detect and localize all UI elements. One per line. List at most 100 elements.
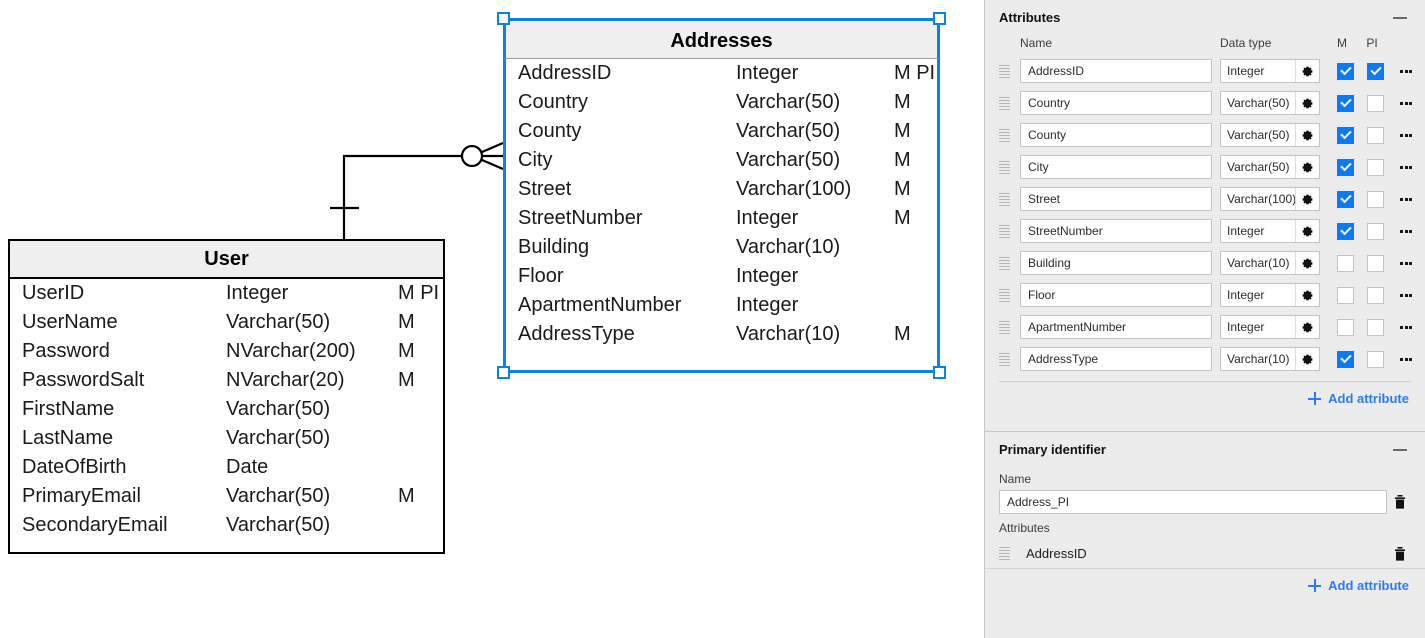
more-options-icon[interactable]	[1395, 261, 1417, 265]
gear-icon[interactable]	[1295, 316, 1319, 338]
attribute-type-input[interactable]: Integer	[1221, 284, 1295, 306]
delete-icon[interactable]	[1419, 160, 1425, 174]
entity-addresses[interactable]: Addresses AddressID Integer M PI Country…	[503, 18, 940, 373]
drag-handle-icon[interactable]	[999, 96, 1020, 110]
drag-handle-icon[interactable]	[999, 160, 1020, 174]
add-attribute-button[interactable]: Add attribute	[985, 382, 1425, 415]
delete-icon[interactable]	[1419, 288, 1425, 302]
resize-handle-bottom-left[interactable]	[497, 366, 510, 379]
mandatory-checkbox[interactable]	[1337, 158, 1354, 176]
attribute-type-input[interactable]: Varchar(50)	[1221, 92, 1295, 114]
mandatory-checkbox[interactable]	[1337, 254, 1354, 272]
attribute-type-input[interactable]: Varchar(100)	[1221, 188, 1295, 210]
primary-identifier-checkbox[interactable]	[1367, 286, 1384, 304]
attribute-type-input[interactable]: Varchar(10)	[1221, 252, 1295, 274]
resize-handle-bottom-right[interactable]	[933, 366, 946, 379]
delete-icon[interactable]	[1419, 320, 1425, 334]
attribute-name-input[interactable]: ApartmentNumber	[1020, 315, 1212, 339]
resize-handle-top-left[interactable]	[497, 12, 510, 25]
mandatory-checkbox[interactable]	[1337, 350, 1354, 368]
mandatory-checkbox[interactable]	[1337, 222, 1354, 240]
attribute-type-input[interactable]: Varchar(10)	[1221, 348, 1295, 370]
attribute-flags: M	[398, 340, 415, 362]
gear-icon[interactable]	[1295, 188, 1319, 210]
entity-user[interactable]: User UserID Integer M PI UserName Varcha…	[8, 239, 445, 554]
delete-icon[interactable]	[1419, 96, 1425, 110]
attribute-name-input[interactable]: City	[1020, 155, 1212, 179]
drag-handle-icon[interactable]	[999, 192, 1020, 206]
attribute-name: DateOfBirth	[22, 456, 127, 478]
attribute-name-input[interactable]: StreetNumber	[1020, 219, 1212, 243]
drag-handle-icon[interactable]	[999, 547, 1020, 560]
primary-identifier-attribute-row[interactable]: AddressID	[985, 539, 1425, 569]
primary-identifier-checkbox[interactable]	[1367, 254, 1384, 272]
delete-icon[interactable]	[1419, 192, 1425, 206]
more-options-icon[interactable]	[1395, 293, 1417, 297]
drag-handle-icon[interactable]	[999, 352, 1020, 366]
gear-icon[interactable]	[1295, 124, 1319, 146]
diagram-canvas[interactable]: User UserID Integer M PI UserName Varcha…	[0, 0, 984, 638]
delete-icon[interactable]	[1419, 64, 1425, 78]
primary-identifier-checkbox[interactable]	[1367, 350, 1384, 368]
gear-icon[interactable]	[1295, 156, 1319, 178]
delete-icon[interactable]	[1389, 495, 1411, 509]
gear-icon[interactable]	[1295, 60, 1319, 82]
attribute-name-input[interactable]: AddressID	[1020, 59, 1212, 83]
more-options-icon[interactable]	[1395, 165, 1417, 169]
more-options-icon[interactable]	[1395, 197, 1417, 201]
primary-identifier-checkbox[interactable]	[1367, 222, 1384, 240]
delete-icon[interactable]	[1389, 546, 1411, 561]
primary-identifier-checkbox[interactable]	[1367, 62, 1384, 80]
delete-icon[interactable]	[1419, 256, 1425, 270]
attribute-flags	[398, 511, 460, 540]
primary-identifier-name-input[interactable]: Address_PI	[999, 490, 1387, 514]
mandatory-checkbox[interactable]	[1337, 190, 1354, 208]
mandatory-checkbox[interactable]	[1337, 126, 1354, 144]
primary-identifier-checkbox[interactable]	[1367, 158, 1384, 176]
more-options-icon[interactable]	[1395, 101, 1417, 105]
mandatory-checkbox[interactable]	[1337, 62, 1354, 80]
gear-icon[interactable]	[1295, 92, 1319, 114]
primary-identifier-checkbox[interactable]	[1367, 94, 1384, 112]
drag-handle-icon[interactable]	[999, 224, 1020, 238]
attribute-name-input[interactable]: Street	[1020, 187, 1212, 211]
collapse-icon[interactable]	[1393, 448, 1407, 451]
delete-icon[interactable]	[1419, 352, 1425, 366]
primary-identifier-checkbox[interactable]	[1367, 190, 1384, 208]
attribute-name-input[interactable]: Country	[1020, 91, 1212, 115]
entity-addresses-box: Addresses AddressID Integer M PI Country…	[503, 18, 940, 373]
drag-handle-icon[interactable]	[999, 288, 1020, 302]
mandatory-checkbox[interactable]	[1337, 286, 1354, 304]
attribute-type-input[interactable]: Integer	[1221, 316, 1295, 338]
mandatory-checkbox[interactable]	[1337, 318, 1354, 336]
attribute-name-input[interactable]: County	[1020, 123, 1212, 147]
attribute-name-input[interactable]: Floor	[1020, 283, 1212, 307]
attribute-type-input[interactable]: Varchar(50)	[1221, 124, 1295, 146]
attribute-type-input[interactable]: Integer	[1221, 60, 1295, 82]
drag-handle-icon[interactable]	[999, 128, 1020, 142]
drag-handle-icon[interactable]	[999, 64, 1020, 78]
gear-icon[interactable]	[1295, 284, 1319, 306]
attribute-name-input[interactable]: AddressType	[1020, 347, 1212, 371]
attribute-type-input[interactable]: Integer	[1221, 220, 1295, 242]
delete-icon[interactable]	[1419, 128, 1425, 142]
attribute-type-input[interactable]: Varchar(50)	[1221, 156, 1295, 178]
drag-handle-icon[interactable]	[999, 320, 1020, 334]
resize-handle-top-right[interactable]	[933, 12, 946, 25]
mandatory-checkbox[interactable]	[1337, 94, 1354, 112]
delete-icon[interactable]	[1419, 224, 1425, 238]
primary-identifier-checkbox[interactable]	[1367, 126, 1384, 144]
attribute-name-input[interactable]: Building	[1020, 251, 1212, 275]
more-options-icon[interactable]	[1395, 229, 1417, 233]
drag-handle-icon[interactable]	[999, 256, 1020, 270]
collapse-icon[interactable]	[1393, 16, 1407, 19]
more-options-icon[interactable]	[1395, 325, 1417, 329]
more-options-icon[interactable]	[1395, 69, 1417, 73]
primary-identifier-checkbox[interactable]	[1367, 318, 1384, 336]
more-options-icon[interactable]	[1395, 357, 1417, 361]
gear-icon[interactable]	[1295, 252, 1319, 274]
add-primary-identifier-attribute-button[interactable]: Add attribute	[985, 569, 1425, 602]
gear-icon[interactable]	[1295, 348, 1319, 370]
gear-icon[interactable]	[1295, 220, 1319, 242]
more-options-icon[interactable]	[1395, 133, 1417, 137]
